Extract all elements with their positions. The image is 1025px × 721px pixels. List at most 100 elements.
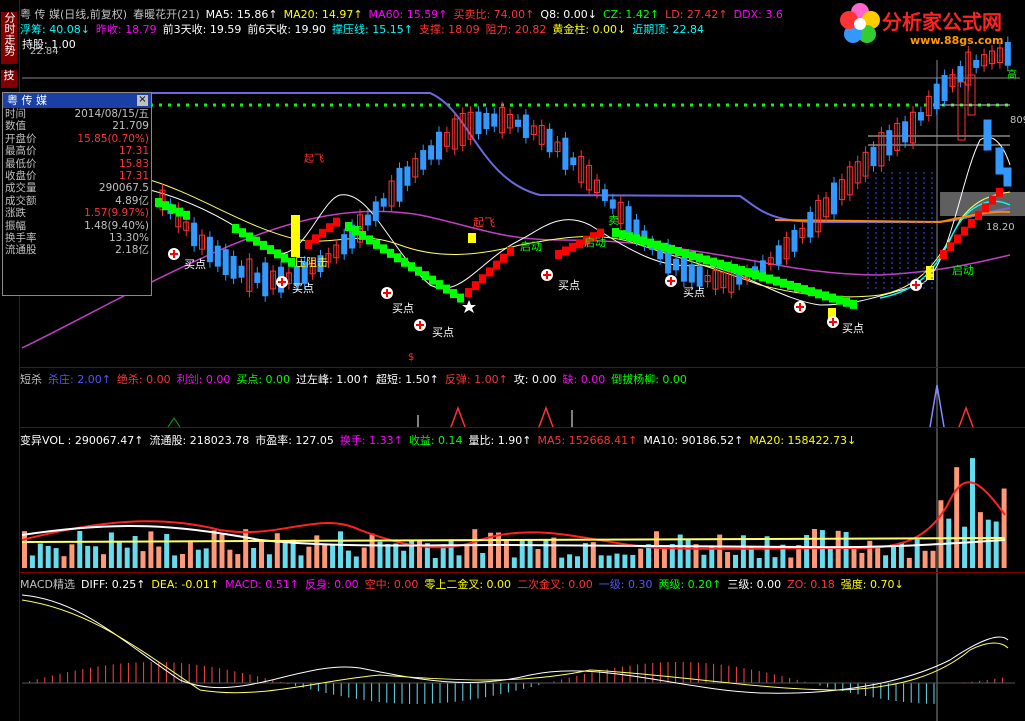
volume-bar: [464, 545, 470, 568]
volume-bar: [519, 539, 525, 568]
volume-bar: [527, 539, 533, 568]
trend-ribbon-block: [654, 240, 661, 250]
volume-bar: [993, 521, 999, 568]
volume-bar: [906, 557, 912, 568]
macd-indicator: MACD精选: [20, 578, 75, 591]
candle-body: [396, 167, 403, 202]
macd-indicator: 两级: 0.20↑: [658, 578, 722, 591]
volume-bar: [938, 500, 944, 568]
signal-indicator: 倒拔杨柳: 0.00: [611, 373, 687, 386]
trend-ribbon-block: [319, 228, 326, 238]
close-icon[interactable]: ×: [137, 95, 148, 106]
macd-indicator: DIFF: 0.25↑: [80, 578, 146, 591]
candle-body: [957, 81, 966, 141]
right-price-label: 18.20: [986, 222, 1015, 233]
info-row: 最高价 17.31: [3, 145, 151, 157]
volume-bar: [172, 555, 178, 568]
info-key: 开盘价: [5, 132, 37, 145]
candle-body: [483, 112, 490, 130]
panel-divider-2: [19, 427, 1025, 428]
signal-mark: [538, 405, 554, 428]
candle-body: [791, 229, 798, 252]
volume-bar: [369, 533, 375, 568]
volume-bar: [480, 552, 486, 568]
volume-bar: [606, 555, 612, 568]
trend-ribbon-block: [801, 285, 808, 295]
start-label: 启动: [952, 264, 974, 277]
candle-body: [238, 265, 245, 278]
candle-body: [902, 121, 909, 143]
volume-bar: [322, 544, 328, 568]
volume-bar: [472, 529, 478, 568]
info-popup[interactable]: 粤 传 媒 × 时间 2014/08/15/五 数值 21.709 开盘价 15.85(0…: [2, 92, 152, 296]
volume-panel-header: 变异VOL : 290067.47↑ 流通股: 218023.78 市盈率: 127…: [20, 432, 862, 448]
volume-bar: [195, 549, 201, 568]
trend-ribbon-block: [436, 280, 443, 290]
volume-bar: [101, 554, 106, 568]
volume-indicator: MA5: 152668.41↑: [537, 434, 638, 447]
panel-divider-1: [19, 367, 1025, 368]
volume-bar: [622, 554, 628, 568]
volume-bar: [977, 512, 983, 568]
info-row: 流通股 2.18亿: [3, 244, 151, 256]
trend-ribbon-block: [689, 251, 696, 261]
trend-ribbon-block: [281, 253, 288, 263]
candle-body: [372, 201, 379, 222]
trend-ribbon-block: [326, 223, 333, 233]
buy-marker-cross: [386, 289, 388, 297]
info-popup-title-bar[interactable]: 粤 传 媒 ×: [3, 93, 151, 108]
trend-ribbon-block: [305, 240, 312, 249]
volume-bar: [203, 548, 209, 568]
signal-indicator: 杀庄: 2.00↑: [48, 373, 111, 386]
signal-indicator: 攻: 0.00: [513, 373, 557, 386]
volume-bar: [338, 531, 343, 568]
macd-indicator: 强度: 0.70↓: [840, 578, 904, 591]
star-marker: [462, 300, 476, 313]
volume-bar: [575, 556, 580, 568]
info-value: 2.18亿: [115, 244, 149, 257]
buy-marker-cross: [546, 271, 548, 279]
info-key: 流通股: [5, 244, 37, 257]
volume-bar: [764, 536, 770, 568]
buy-marker-cross: [799, 303, 801, 311]
buy-marker-cross: [670, 277, 672, 285]
volume-bar: [535, 549, 541, 568]
trend-ribbon-block: [710, 257, 717, 267]
macd-indicator: DEA: -0.01↑: [151, 578, 220, 591]
trend-ribbon-block: [612, 228, 619, 237]
trend-ribbon-block: [422, 271, 429, 281]
trend-ribbon-block: [640, 236, 647, 246]
volume-bar: [772, 557, 778, 568]
trend-ribbon-block: [696, 253, 703, 263]
macd-indicator: MACD: 0.51↑: [225, 578, 299, 591]
trend-ribbon-block: [162, 201, 169, 211]
volume-bar: [61, 556, 67, 568]
trend-ribbon-block: [394, 253, 401, 263]
info-value: 2014/08/15/五: [74, 108, 149, 120]
volume-bar: [345, 550, 351, 568]
volume-bar: [148, 531, 154, 568]
volume-bar: [875, 547, 881, 568]
volume-bar: [733, 554, 738, 568]
signal-indicator: 利剑: 0.00: [176, 373, 231, 386]
volume-bar: [227, 549, 233, 568]
candle-body: [546, 128, 553, 153]
trend-ribbon-block: [246, 232, 253, 242]
candle-body: [436, 131, 442, 160]
volume-bar: [922, 550, 928, 568]
candle-body: [420, 150, 427, 170]
signal-indicator: 过左峰: 1.00↑: [296, 373, 370, 386]
volume-bar: [883, 555, 889, 568]
candle-body: [775, 245, 782, 265]
volume-bar: [843, 531, 849, 568]
volume-bar: [282, 542, 288, 568]
trend-ribbon-block: [975, 211, 982, 221]
volume-bar: [187, 540, 193, 568]
volume-indicator: 量比: 1.90↑: [468, 434, 532, 447]
signal-indicator: 短杀: [20, 373, 42, 386]
candle-body: [831, 182, 837, 215]
candle-body: [601, 189, 608, 201]
info-row: 换手率 13.30%: [3, 232, 151, 244]
macd-indicator: ZO: 0.18: [787, 578, 835, 591]
volume-indicator: MA10: 90186.52↑: [643, 434, 744, 447]
